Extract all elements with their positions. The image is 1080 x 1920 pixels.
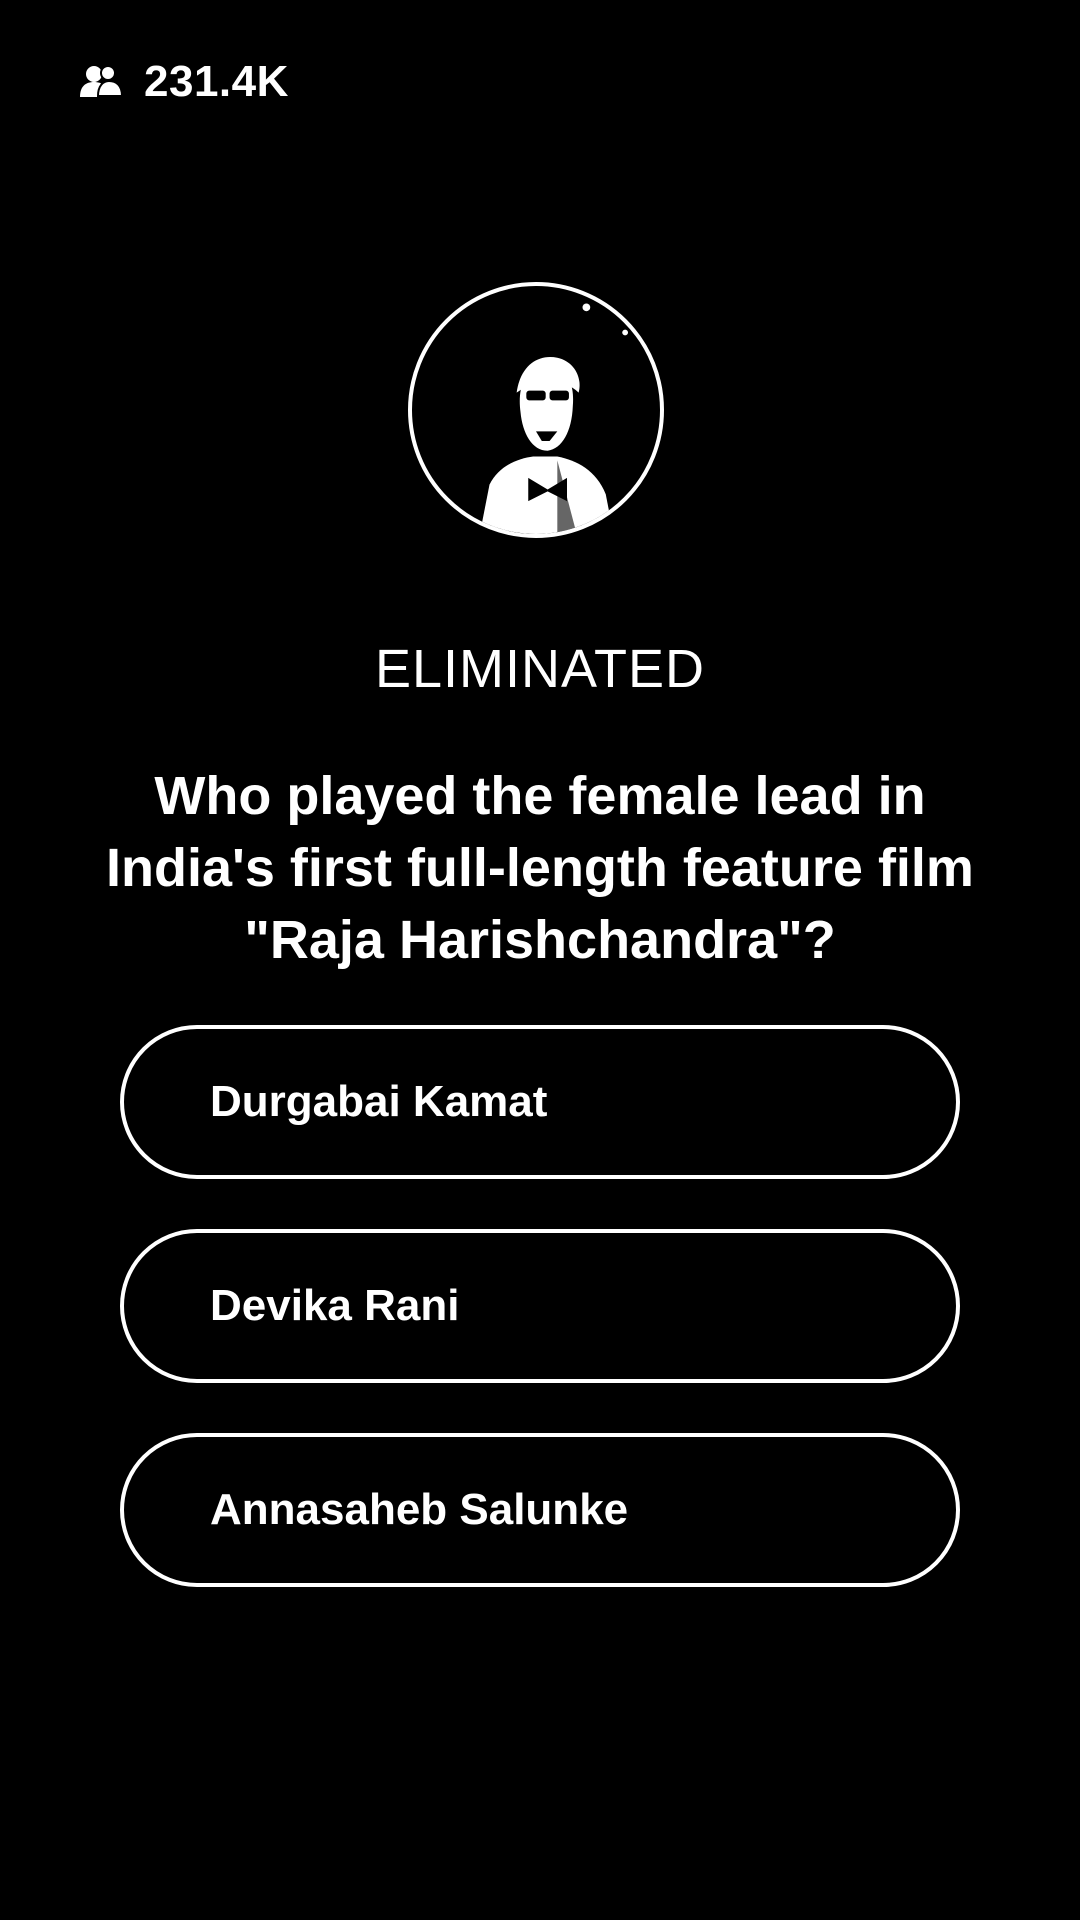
question-text: Who played the female lead in India's fi… [106, 766, 974, 970]
answer-option-2[interactable]: Devika Rani [120, 1229, 960, 1383]
elimination-status: ELIMINATED [374, 639, 706, 699]
viewer-count-badge: 231.4K [78, 57, 289, 106]
viewer-count: 231.4K [144, 57, 289, 106]
answer-option-label: Devika Rani [210, 1281, 460, 1330]
answer-option-1[interactable]: Durgabai Kamat [120, 1025, 960, 1179]
answer-option-label: Durgabai Kamat [210, 1077, 548, 1126]
host-avatar [408, 282, 664, 538]
answer-option-label: Annasaheb Salunke [210, 1485, 629, 1534]
people-icon [78, 63, 124, 101]
answer-options: Durgabai Kamat Devika Rani Annasaheb Sal… [120, 1025, 960, 1637]
answer-option-3[interactable]: Annasaheb Salunke [120, 1433, 960, 1587]
